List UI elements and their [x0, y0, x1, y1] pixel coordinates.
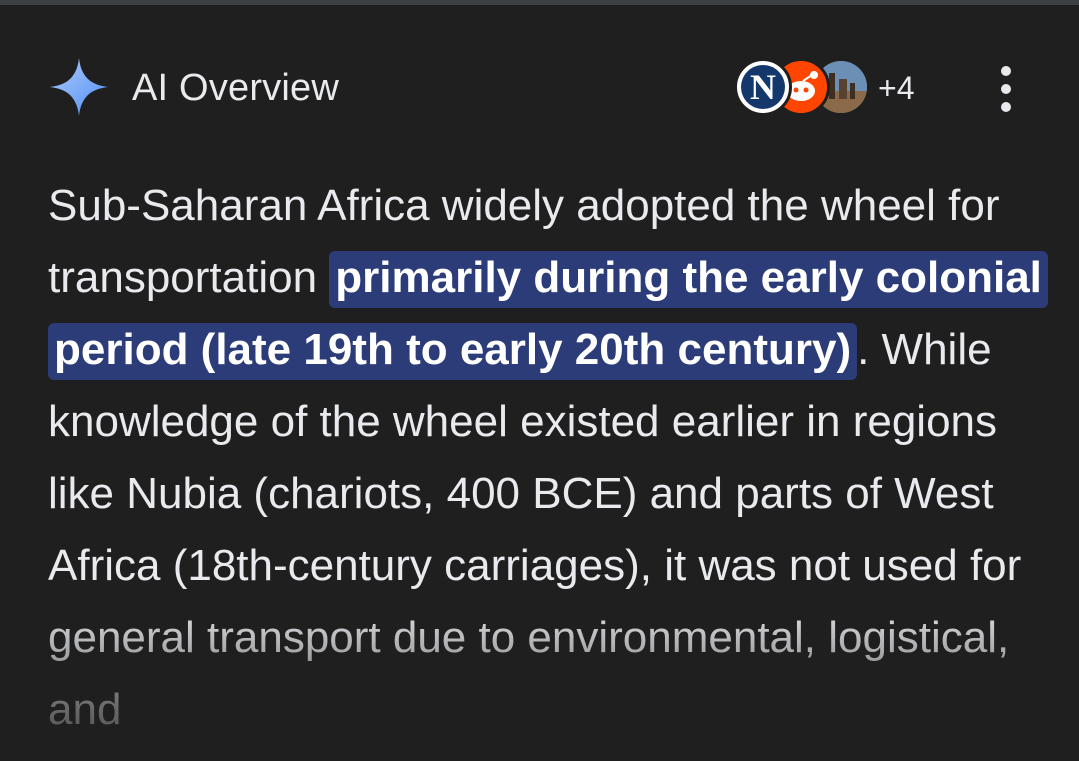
source-avatar-news[interactable]: N	[734, 58, 792, 116]
top-divider	[0, 0, 1079, 5]
ai-overview-header: AI Overview N +4	[48, 54, 1038, 120]
overview-text: Sub-Saharan Africa widely adopted the wh…	[48, 170, 1048, 746]
overview-text-rest: . While knowledge of the wheel existed e…	[48, 325, 1022, 734]
page-title: AI Overview	[132, 67, 340, 109]
more-sources-count[interactable]: +4	[878, 68, 914, 108]
kebab-dot	[1001, 84, 1011, 94]
news-logo: N	[741, 65, 785, 109]
more-vert-icon[interactable]	[994, 64, 1018, 114]
source-avatars[interactable]: N +4	[734, 58, 934, 118]
kebab-dot	[1001, 66, 1011, 76]
kebab-dot	[1001, 102, 1011, 112]
ai-sparkle-icon	[50, 58, 108, 116]
ai-overview-panel: AI Overview N +4 Sub-Saharan Africa wide…	[0, 0, 1079, 761]
